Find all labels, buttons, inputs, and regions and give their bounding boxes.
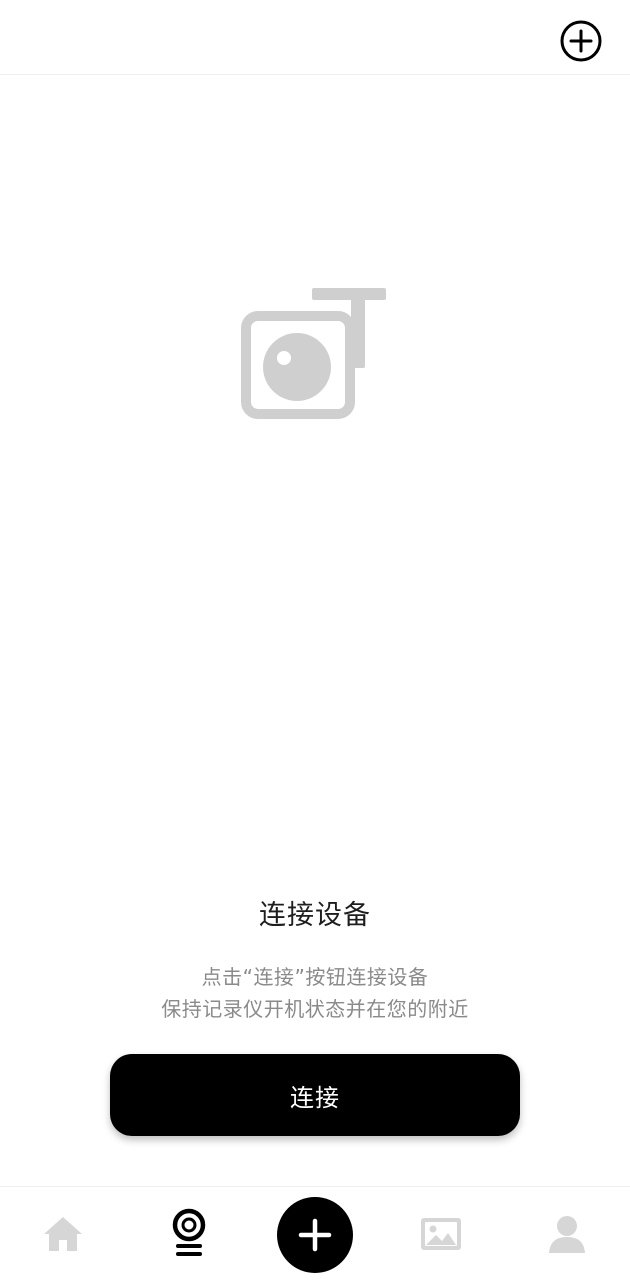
page-title: 连接设备 xyxy=(259,900,371,931)
home-icon xyxy=(44,1217,82,1251)
plus-icon xyxy=(298,1218,332,1252)
connect-button[interactable]: 连接 xyxy=(110,1054,520,1136)
tab-home[interactable] xyxy=(18,1187,108,1281)
add-device-button[interactable] xyxy=(559,19,603,63)
tab-add[interactable] xyxy=(270,1187,360,1281)
tab-recorder[interactable] xyxy=(144,1187,234,1281)
profile-icon xyxy=(549,1216,585,1253)
top-bar xyxy=(0,0,630,75)
gallery-icon xyxy=(421,1218,461,1250)
plus-circle-icon xyxy=(560,20,602,62)
center-add-button[interactable] xyxy=(277,1197,353,1273)
bottom-tab-bar xyxy=(0,1186,630,1281)
dashcam-recorder-icon xyxy=(172,1208,206,1256)
tab-gallery[interactable] xyxy=(396,1187,486,1281)
hint-text-line2: 保持记录仪开机状态并在您的附近 xyxy=(161,997,469,1021)
dashcam-illustration xyxy=(240,285,390,420)
hint-text-line1: 点击“连接”按钮连接设备 xyxy=(201,965,429,989)
dashcam-icon xyxy=(241,288,386,419)
tab-profile[interactable] xyxy=(522,1187,612,1281)
